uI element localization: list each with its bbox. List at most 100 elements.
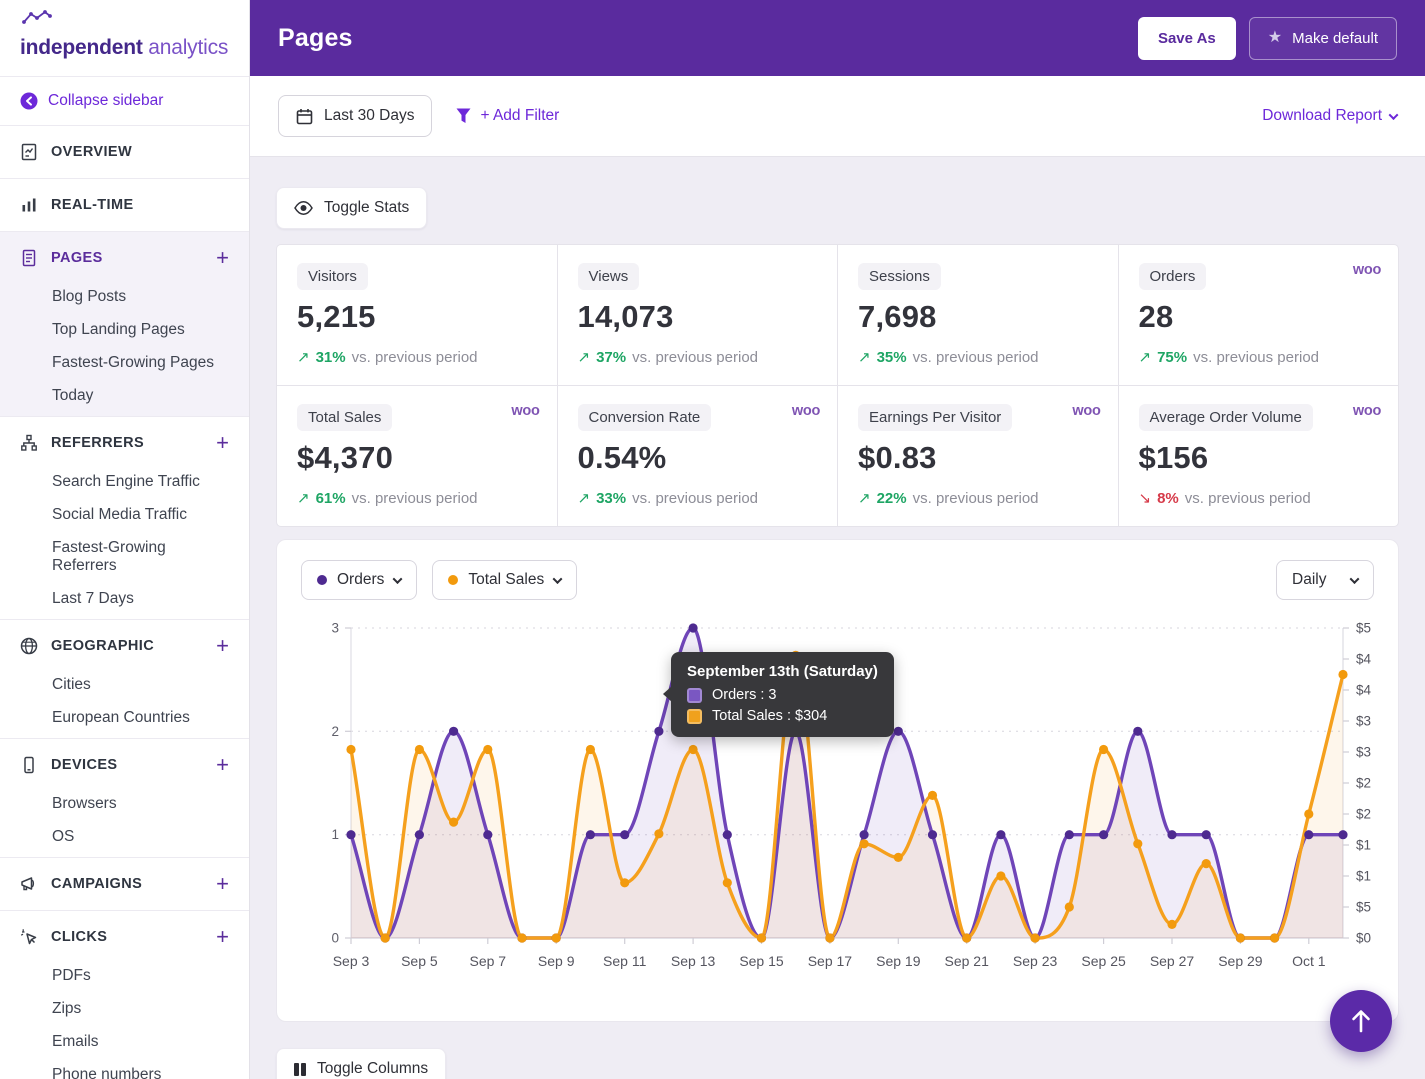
sidebar-item-label: CAMPAIGNS: [51, 876, 142, 892]
stat-card-total-sales: Total Saleswoo$4,370↗61%vs. previous per…: [277, 386, 557, 526]
tooltip-row-label: Total Sales : $304: [712, 708, 827, 724]
svg-text:$100: $100: [1356, 869, 1371, 884]
stat-card-earnings-per-visitor: Earnings Per Visitorwoo$0.83↗22%vs. prev…: [838, 386, 1118, 526]
interval-select[interactable]: Daily: [1276, 560, 1374, 600]
svg-text:Sep 27: Sep 27: [1150, 953, 1195, 969]
page-title: Pages: [278, 24, 353, 53]
sidebar-subitem-zips[interactable]: Zips: [0, 993, 249, 1026]
orders-series-select[interactable]: Orders: [301, 560, 417, 600]
logo-chart-squiggle-icon: [21, 9, 57, 26]
sidebar-item-campaigns[interactable]: CAMPAIGNS +: [0, 861, 249, 907]
sidebar-subitem-cities[interactable]: Cities: [0, 669, 249, 702]
stat-label: Orders: [1139, 263, 1207, 290]
toggle-stats-button[interactable]: Toggle Stats: [276, 187, 427, 229]
stat-label: Visitors: [297, 263, 368, 290]
sidebar-subitem-blog-posts[interactable]: Blog Posts: [0, 281, 249, 314]
network-icon: [20, 434, 38, 452]
stat-change: ↗61%vs. previous period: [297, 489, 537, 507]
header-actions: Save As ★ Make default: [1138, 17, 1397, 60]
stat-change: ↘8%vs. previous period: [1139, 489, 1379, 507]
svg-text:3: 3: [331, 621, 339, 636]
sidebar-group-pages: PAGES+Blog PostsTop Landing PagesFastest…: [0, 232, 249, 417]
download-report-button[interactable]: Download Report: [1262, 107, 1397, 125]
sidebar-subitem-social-media-traffic[interactable]: Social Media Traffic: [0, 499, 249, 532]
sidebar-item-referrers[interactable]: REFERRERS+: [0, 420, 249, 466]
stat-change-suffix: vs. previous period: [913, 490, 1039, 507]
svg-text:Sep 15: Sep 15: [739, 953, 784, 969]
plus-icon[interactable]: +: [216, 930, 229, 944]
sidebar-item-overview[interactable]: OVERVIEW: [0, 129, 249, 175]
sidebar-item-real-time[interactable]: REAL-TIME: [0, 182, 249, 228]
chevron-down-icon: [1389, 110, 1399, 120]
sidebar-subitem-emails[interactable]: Emails: [0, 1026, 249, 1059]
stat-value: 14,073: [578, 299, 818, 335]
sidebar-item-geographic[interactable]: GEOGRAPHIC+: [0, 623, 249, 669]
woo-badge: woo: [792, 403, 820, 419]
svg-text:Sep 11: Sep 11: [603, 953, 647, 969]
svg-text:Sep 3: Sep 3: [333, 953, 370, 969]
plus-icon[interactable]: +: [216, 251, 229, 265]
stat-card-average-order-volume: Average Order Volumewoo$156↘8%vs. previo…: [1119, 386, 1399, 526]
stat-change: ↗75%vs. previous period: [1139, 348, 1379, 366]
trend-arrow-icon: ↗: [297, 348, 310, 366]
svg-text:Sep 29: Sep 29: [1218, 953, 1263, 969]
scroll-top-button[interactable]: [1330, 990, 1392, 1052]
device-icon: [20, 756, 38, 774]
collapse-circle-icon: [20, 92, 38, 110]
sidebar-subitem-today[interactable]: Today: [0, 380, 249, 413]
date-range-button[interactable]: Last 30 Days: [278, 95, 432, 137]
save-as-button[interactable]: Save As: [1138, 17, 1236, 60]
tooltip-row: Total Sales : $304: [687, 708, 878, 724]
svg-text:$500: $500: [1356, 621, 1371, 636]
collapse-sidebar-button[interactable]: Collapse sidebar: [0, 76, 249, 126]
svg-text:1: 1: [331, 827, 339, 842]
sidebar-subitem-last-7-days[interactable]: Last 7 Days: [0, 583, 249, 616]
sidebar-subitem-pdfs[interactable]: PDFs: [0, 960, 249, 993]
add-filter-button[interactable]: + Add Filter: [456, 107, 559, 125]
plus-icon[interactable]: +: [216, 758, 229, 772]
plus-icon[interactable]: +: [216, 877, 229, 891]
sidebar-item-pages[interactable]: PAGES+: [0, 235, 249, 281]
sidebar-item-devices[interactable]: DEVICES+: [0, 742, 249, 788]
stat-change-suffix: vs. previous period: [1185, 490, 1311, 507]
plus-icon[interactable]: +: [216, 436, 229, 450]
stat-change-suffix: vs. previous period: [1193, 349, 1319, 366]
stat-change: ↗33%vs. previous period: [578, 489, 818, 507]
sidebar-item-clicks[interactable]: CLICKS+: [0, 914, 249, 960]
chart-area[interactable]: 3210$500$450$400$350$300$250$200$150$100…: [301, 610, 1374, 1011]
sidebar-subitem-browsers[interactable]: Browsers: [0, 788, 249, 821]
chevron-down-icon: [553, 574, 563, 584]
sidebar-subitem-fastest-growing-referrers[interactable]: Fastest-Growing Referrers: [0, 532, 249, 583]
orders-series-label: Orders: [337, 571, 384, 589]
total-sales-series-select[interactable]: Total Sales: [432, 560, 577, 600]
make-default-button[interactable]: ★ Make default: [1249, 17, 1397, 60]
sidebar-subitem-search-engine-traffic[interactable]: Search Engine Traffic: [0, 466, 249, 499]
report-icon: [20, 143, 38, 161]
sidebar-subitem-fastest-growing-pages[interactable]: Fastest-Growing Pages: [0, 347, 249, 380]
svg-text:Oct 1: Oct 1: [1292, 953, 1326, 969]
series-swatch-icon: [687, 688, 702, 703]
trend-arrow-icon: ↗: [297, 489, 310, 507]
svg-text:Sep 21: Sep 21: [945, 953, 990, 969]
sidebar-group-referrers: REFERRERS+Search Engine TrafficSocial Me…: [0, 417, 249, 620]
chart-tooltip: September 13th (Saturday) Orders : 3Tota…: [671, 652, 894, 737]
sidebar-subitem-os[interactable]: OS: [0, 821, 249, 854]
stat-value: $4,370: [297, 440, 537, 476]
stat-value: 7,698: [858, 299, 1098, 335]
sidebar-subitem-top-landing-pages[interactable]: Top Landing Pages: [0, 314, 249, 347]
chart-controls: Orders Total Sales Daily: [301, 560, 1374, 600]
calendar-icon: [296, 108, 313, 125]
toggle-columns-label: Toggle Columns: [317, 1060, 428, 1078]
sidebar: independent analytics Collapse sidebar O…: [0, 0, 250, 1079]
stat-change: ↗22%vs. previous period: [858, 489, 1098, 507]
plus-icon[interactable]: +: [216, 639, 229, 653]
sidebar-subitem-european-countries[interactable]: European Countries: [0, 702, 249, 735]
cursor-icon: [20, 928, 38, 946]
stat-change-percent: 35%: [877, 349, 907, 366]
toggle-columns-button[interactable]: Toggle Columns: [276, 1048, 446, 1079]
chevron-down-icon: [1350, 574, 1360, 584]
stat-value: 5,215: [297, 299, 537, 335]
svg-text:2: 2: [331, 724, 339, 739]
svg-text:Sep 17: Sep 17: [808, 953, 853, 969]
sidebar-subitem-phone-numbers[interactable]: Phone numbers: [0, 1059, 249, 1079]
